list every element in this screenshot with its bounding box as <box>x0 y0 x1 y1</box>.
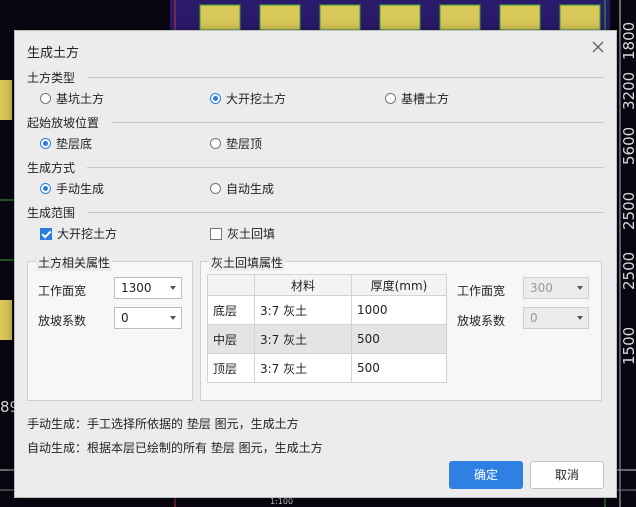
radio-trench[interactable]: 基槽土方 <box>385 90 449 107</box>
radio-label: 自动生成 <box>226 182 275 196</box>
radio-circle <box>40 93 51 104</box>
row-material[interactable]: 3:7 灰土 <box>254 295 352 325</box>
checkbox-checked <box>40 227 52 240</box>
checkbox-label: 灰土回填 <box>227 227 276 241</box>
gen-range-heading: 生成范围 <box>27 206 76 220</box>
radio-label: 基槽土方 <box>401 92 450 106</box>
table-header-thickness: 厚度(mm) <box>351 274 447 296</box>
gen-mode-heading: 生成方式 <box>27 161 76 175</box>
backfill-work-width-combo: 300 <box>523 277 589 299</box>
dialog-title: 生成土方 <box>27 46 80 61</box>
radio-auto-generate[interactable]: 自动生成 <box>210 180 274 197</box>
divider <box>87 167 604 168</box>
divider <box>87 212 604 213</box>
backfill-props-heading: 灰土回填属性 <box>209 254 286 271</box>
radio-manual-generate[interactable]: 手动生成 <box>40 180 104 197</box>
row-material[interactable]: 3:7 灰土 <box>254 353 352 383</box>
slope-start-heading: 起始放坡位置 <box>27 116 100 130</box>
chevron-down-icon <box>170 286 176 290</box>
auto-note: 自动生成：根据本层已绘制的所有 垫层 图元，生成土方 <box>27 441 323 455</box>
radio-circle <box>385 93 396 104</box>
backfill-slope-coef-value: 0 <box>530 311 538 325</box>
checkbox-unchecked <box>210 227 222 240</box>
radio-label: 基坑土方 <box>56 92 105 106</box>
radio-circle <box>210 183 221 194</box>
cad-dim-6: 1500 <box>620 327 636 365</box>
radio-circle-selected <box>40 138 51 149</box>
radio-cushion-top[interactable]: 垫层顶 <box>210 135 262 152</box>
ok-button[interactable]: 确定 <box>449 461 523 489</box>
radio-circle-selected <box>210 93 221 104</box>
row-thickness[interactable]: 1000 <box>351 295 447 325</box>
divider <box>111 122 604 123</box>
radio-label: 垫层底 <box>56 137 93 151</box>
radio-foundation-pit[interactable]: 基坑土方 <box>40 90 104 107</box>
chevron-down-icon <box>577 316 583 320</box>
cad-dim-5: 2500 <box>620 252 636 290</box>
earth-props-heading: 土方相关属性 <box>36 254 113 271</box>
table-row[interactable]: 顶层 3:7 灰土 500 <box>207 353 447 383</box>
backfill-slope-coef-combo: 0 <box>523 307 589 329</box>
table-header-empty <box>207 274 255 296</box>
radio-circle <box>210 138 221 149</box>
earth-props-group: 土方相关属性 工作面宽 1300 放坡系数 0 <box>27 254 193 401</box>
row-name: 顶层 <box>207 353 255 383</box>
row-name: 底层 <box>207 295 255 325</box>
chevron-down-icon <box>577 286 583 290</box>
slope-coef-label: 放坡系数 <box>38 314 87 328</box>
table-row[interactable]: 中层 3:7 灰土 500 <box>207 324 447 354</box>
row-material[interactable]: 3:7 灰土 <box>254 324 352 354</box>
row-thickness[interactable]: 500 <box>351 353 447 383</box>
divider <box>87 77 604 78</box>
checkbox-lime-backfill[interactable]: 灰土回填 <box>210 225 275 242</box>
radio-label: 垫层顶 <box>226 137 263 151</box>
cad-dim-4: 2500 <box>620 192 636 230</box>
backfill-slope-coef-label: 放坡系数 <box>457 314 506 328</box>
close-icon[interactable] <box>590 39 606 55</box>
row-name: 中层 <box>207 324 255 354</box>
table-row[interactable]: 底层 3:7 灰土 1000 <box>207 295 447 325</box>
checkbox-large-excavation[interactable]: 大开挖土方 <box>40 225 117 242</box>
radio-cushion-bottom[interactable]: 垫层底 <box>40 135 92 152</box>
cad-dim-3: 5600 <box>620 127 636 165</box>
cad-dim-1: 1800 <box>620 22 636 60</box>
radio-circle-selected <box>40 183 51 194</box>
row-thickness[interactable]: 500 <box>351 324 447 354</box>
manual-note: 手动生成：手工选择所依据的 垫层 图元，生成土方 <box>27 417 299 431</box>
earth-type-heading: 土方类型 <box>27 71 76 85</box>
slope-coef-combo[interactable]: 0 <box>114 307 182 329</box>
backfill-work-width-value: 300 <box>530 281 553 295</box>
backfill-work-width-label: 工作面宽 <box>457 284 506 298</box>
radio-label: 大开挖土方 <box>226 92 287 106</box>
radio-large-excavation[interactable]: 大开挖土方 <box>210 90 286 107</box>
checkbox-label: 大开挖土方 <box>57 227 118 241</box>
backfill-props-group: 灰土回填属性 材料 厚度(mm) 底层 3:7 灰土 1000 中层 3:7 灰… <box>200 254 602 401</box>
cad-bottom-label: 1:100 <box>270 497 293 506</box>
slope-coef-value: 0 <box>121 311 129 325</box>
work-width-label: 工作面宽 <box>38 284 87 298</box>
table-header-material: 材料 <box>254 274 352 296</box>
generate-earthwork-dialog: 生成土方 土方类型 基坑土方 大开挖土方 基槽土方 起始放坡位置 垫层底 垫层顶… <box>14 30 617 498</box>
work-width-value: 1300 <box>121 281 152 295</box>
cancel-button[interactable]: 取消 <box>530 461 604 489</box>
chevron-down-icon <box>170 316 176 320</box>
backfill-table: 材料 厚度(mm) 底层 3:7 灰土 1000 中层 3:7 灰土 500 顶… <box>207 274 447 383</box>
cad-dim-2: 3200 <box>620 72 636 110</box>
table-header-row: 材料 厚度(mm) <box>207 274 447 296</box>
radio-label: 手动生成 <box>56 182 105 196</box>
work-width-combo[interactable]: 1300 <box>114 277 182 299</box>
